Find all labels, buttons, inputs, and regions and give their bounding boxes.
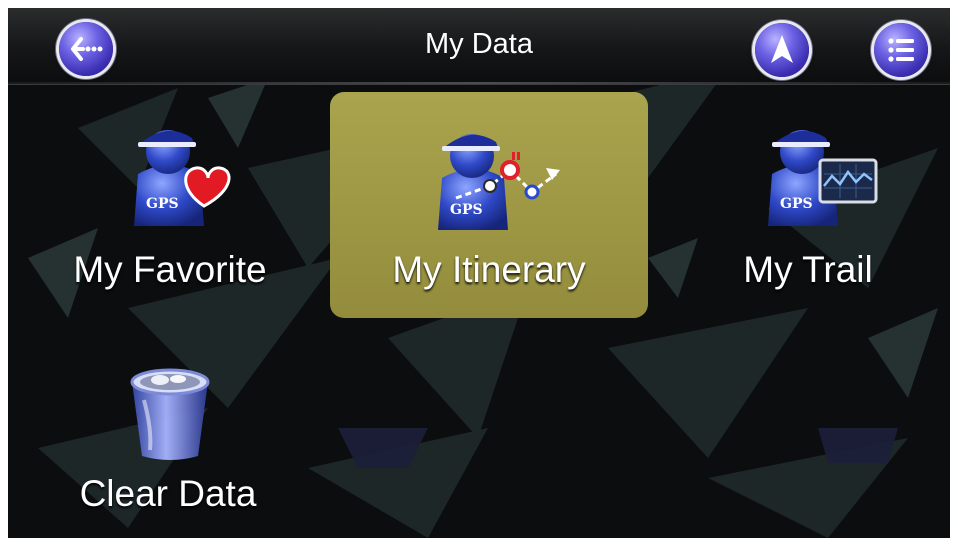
my-trail-label: My Trail bbox=[743, 249, 873, 290]
user-gps-trail-icon: GPS bbox=[768, 130, 878, 226]
my-itinerary-label: My Itinerary bbox=[392, 249, 586, 290]
my-data-screen: My Data GPS My Favorite GPS My Itinerary… bbox=[8, 8, 950, 538]
menu-button[interactable] bbox=[874, 23, 928, 77]
user-gps-heart-icon: GPS bbox=[134, 130, 231, 226]
svg-text:GPS: GPS bbox=[146, 196, 179, 212]
menu-list-icon bbox=[888, 38, 914, 62]
clear-data-label: Clear Data bbox=[79, 473, 257, 514]
svg-text:GPS: GPS bbox=[780, 196, 813, 212]
my-favorite-tile[interactable]: GPS My Favorite bbox=[48, 98, 292, 324]
title-bar: My Data bbox=[8, 8, 950, 85]
trash-bin-icon bbox=[130, 368, 210, 460]
my-itinerary-tile[interactable]: GPS My Itinerary bbox=[330, 92, 648, 318]
my-favorite-label: My Favorite bbox=[73, 249, 267, 290]
clear-data-tile[interactable]: Clear Data bbox=[48, 348, 288, 528]
svg-text:GPS: GPS bbox=[450, 202, 483, 218]
navigation-button[interactable] bbox=[755, 23, 809, 77]
my-trail-tile[interactable]: GPS My Trail bbox=[708, 98, 908, 324]
navigation-arrow-icon bbox=[771, 35, 793, 63]
user-gps-route-icon: GPS bbox=[438, 134, 560, 230]
